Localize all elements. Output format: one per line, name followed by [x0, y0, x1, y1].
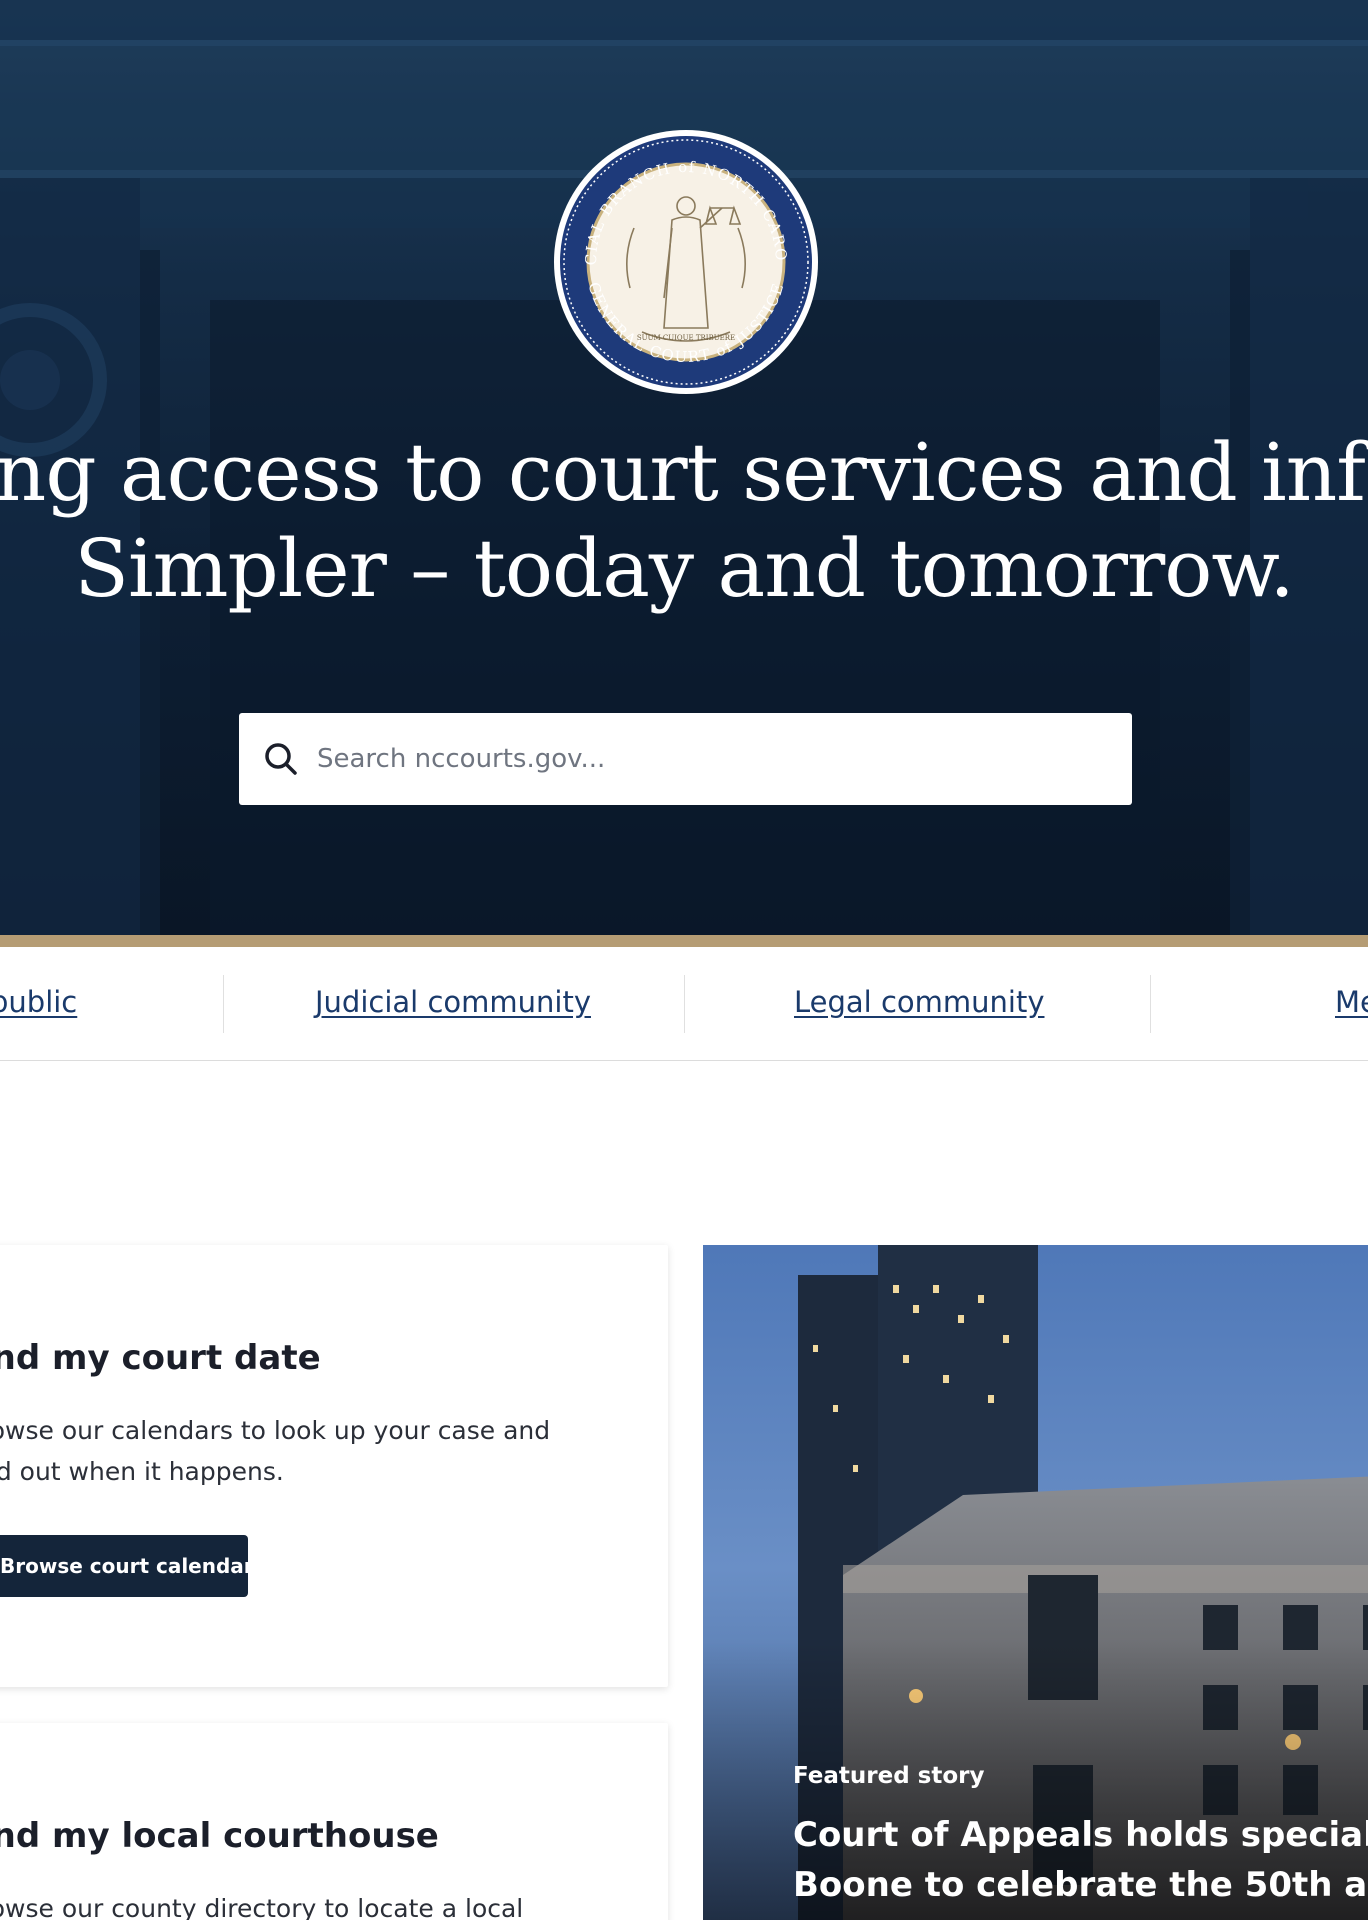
card-description: rowse our calendars to look up your case… [0, 1410, 580, 1492]
featured-story-label: Featured story [793, 1763, 985, 1789]
card-description: rowse our county directory to locate a l… [0, 1888, 580, 1920]
judicial-branch-seal-logo: JUDICIAL BRANCH of NORTH CAROLINA GENERA… [552, 128, 818, 394]
hero-heading-line-2: Simpler – today and tomorrow. [74, 522, 1295, 615]
svg-text:SUUM CUIQUE TRIBUERE: SUUM CUIQUE TRIBUERE [637, 334, 735, 342]
featured-story-title[interactable]: Court of Appeals holds special sess Boon… [793, 1810, 1368, 1910]
search-icon[interactable] [261, 739, 301, 779]
audience-link-media[interactable]: Me [1335, 985, 1368, 1019]
card-description-line-1: rowse our calendars to look up your case… [0, 1416, 551, 1445]
featured-title-line-1: Court of Appeals holds special sess [793, 1815, 1368, 1855]
find-court-date-card: ind my court date rowse our calendars to… [0, 1245, 668, 1687]
hero-accent-divider [0, 935, 1368, 947]
find-local-courthouse-card: ind my local courthouse rowse our county… [0, 1723, 668, 1920]
browse-court-calendars-button[interactable]: Browse court calendars [0, 1535, 266, 1597]
search-input[interactable] [317, 713, 1132, 805]
nav-divider [684, 975, 685, 1033]
featured-title-line-2: Boone to celebrate the 50th annive [793, 1865, 1368, 1905]
audience-link-judicial-community[interactable]: Judicial community [315, 985, 591, 1019]
audience-nav: public Judicial community Legal communit… [0, 947, 1368, 1061]
hero-heading: ding access to court services and inform… [0, 425, 1368, 617]
nav-divider [1150, 975, 1151, 1033]
audience-link-legal-community[interactable]: Legal community [794, 985, 1044, 1019]
audience-link-public[interactable]: public [0, 985, 77, 1019]
card-description-line-1: rowse our county directory to locate a l… [0, 1894, 524, 1920]
nav-divider [223, 975, 224, 1033]
card-title: ind my local courthouse [0, 1816, 439, 1856]
hero-banner: JUDICIAL BRANCH of NORTH CAROLINA GENERA… [0, 0, 1368, 935]
hero-heading-line-1: ding access to court services and inform… [0, 426, 1368, 519]
featured-story[interactable]: Featured story Court of Appeals holds sp… [703, 1245, 1368, 1920]
card-description-line-2: nd out when it happens. [0, 1457, 284, 1486]
card-title: ind my court date [0, 1338, 321, 1378]
site-search [239, 713, 1132, 805]
